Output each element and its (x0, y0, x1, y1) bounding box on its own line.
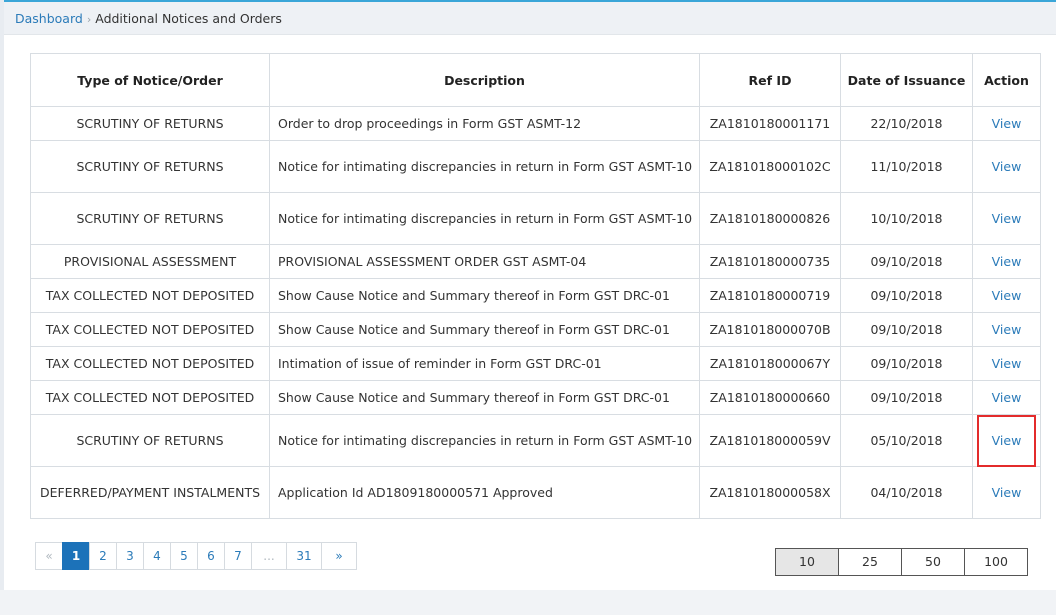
cell-action: View (972, 140, 1041, 193)
cell-description: Order to drop proceedings in Form GST AS… (269, 106, 700, 141)
cell-action: View (972, 466, 1041, 519)
cell-date: 09/10/2018 (840, 278, 973, 313)
cell-type: TAX COLLECTED NOT DEPOSITED (30, 346, 270, 381)
table-header-row: Type of Notice/Order Description Ref ID … (30, 53, 1041, 107)
table-row: TAX COLLECTED NOT DEPOSITED Show Cause N… (30, 278, 1041, 313)
page-size-option[interactable]: 100 (964, 548, 1028, 576)
cell-type: TAX COLLECTED NOT DEPOSITED (30, 380, 270, 415)
cell-date: 09/10/2018 (840, 346, 973, 381)
cell-action: View (972, 192, 1041, 245)
notices-table: Type of Notice/Order Description Ref ID … (30, 53, 1041, 519)
table-row: TAX COLLECTED NOT DEPOSITED Show Cause N… (30, 312, 1041, 347)
cell-action: View (972, 106, 1041, 141)
page-size-option[interactable]: 50 (901, 548, 965, 576)
cell-action: View (972, 346, 1041, 381)
cell-type: SCRUTINY OF RETURNS (30, 140, 270, 193)
cell-ref-id: ZA1810180001171 (699, 106, 841, 141)
breadcrumb-dashboard-link[interactable]: Dashboard (15, 11, 83, 26)
pagination: « 1 2 3 4 5 6 7 ... 31 » (35, 542, 357, 570)
table-row: SCRUTINY OF RETURNS Notice for intimatin… (30, 414, 1041, 467)
cell-type: TAX COLLECTED NOT DEPOSITED (30, 278, 270, 313)
page-link-5[interactable]: 5 (170, 542, 198, 570)
cell-action: View (972, 414, 1041, 467)
pagination-prev-icon[interactable]: « (35, 542, 63, 570)
cell-description: Show Cause Notice and Summary thereof in… (269, 278, 700, 313)
cell-type: SCRUTINY OF RETURNS (30, 414, 270, 467)
table-row: TAX COLLECTED NOT DEPOSITED Intimation o… (30, 346, 1041, 381)
view-link[interactable]: View (992, 159, 1022, 174)
cell-type: SCRUTINY OF RETURNS (30, 106, 270, 141)
cell-date: 22/10/2018 (840, 106, 973, 141)
cell-date: 09/10/2018 (840, 244, 973, 279)
cell-type: PROVISIONAL ASSESSMENT (30, 244, 270, 279)
cell-date: 04/10/2018 (840, 466, 973, 519)
column-header-description: Description (269, 53, 700, 107)
view-link[interactable]: View (992, 288, 1022, 303)
table-row: TAX COLLECTED NOT DEPOSITED Show Cause N… (30, 380, 1041, 415)
cell-ref-id: ZA181018000059V (699, 414, 841, 467)
cell-description: Notice for intimating discrepancies in r… (269, 140, 700, 193)
table-row: SCRUTINY OF RETURNS Notice for intimatin… (30, 192, 1041, 245)
cell-ref-id: ZA181018000070B (699, 312, 841, 347)
cell-description: Show Cause Notice and Summary thereof in… (269, 312, 700, 347)
pagination-ellipsis: ... (251, 542, 287, 570)
page-link-1[interactable]: 1 (62, 542, 90, 570)
table-row: SCRUTINY OF RETURNS Order to drop procee… (30, 106, 1041, 141)
pagination-next-icon[interactable]: » (321, 542, 357, 570)
cell-ref-id: ZA1810180000719 (699, 278, 841, 313)
cell-type: SCRUTINY OF RETURNS (30, 192, 270, 245)
view-link[interactable]: View (992, 254, 1022, 269)
page-link-2[interactable]: 2 (89, 542, 117, 570)
table-row: PROVISIONAL ASSESSMENT PROVISIONAL ASSES… (30, 244, 1041, 279)
cell-action: View (972, 278, 1041, 313)
column-header-ref-id: Ref ID (699, 53, 841, 107)
cell-description: Notice for intimating discrepancies in r… (269, 414, 700, 467)
cell-date: 09/10/2018 (840, 380, 973, 415)
column-header-type: Type of Notice/Order (30, 53, 270, 107)
cell-description: PROVISIONAL ASSESSMENT ORDER GST ASMT-04 (269, 244, 700, 279)
cell-ref-id: ZA1810180000660 (699, 380, 841, 415)
cell-ref-id: ZA181018000102C (699, 140, 841, 193)
page-link-3[interactable]: 3 (116, 542, 144, 570)
cell-type: DEFERRED/PAYMENT INSTALMENTS (30, 466, 270, 519)
cell-action: View (972, 380, 1041, 415)
cell-ref-id: ZA1810180000735 (699, 244, 841, 279)
cell-type: TAX COLLECTED NOT DEPOSITED (30, 312, 270, 347)
view-link[interactable]: View (992, 211, 1022, 226)
view-link[interactable]: View (992, 356, 1022, 371)
page-link-6[interactable]: 6 (197, 542, 225, 570)
view-link[interactable]: View (992, 485, 1022, 500)
view-link[interactable]: View (992, 322, 1022, 337)
view-link[interactable]: View (992, 390, 1022, 405)
page-size-option[interactable]: 25 (838, 548, 902, 576)
cell-description: Application Id AD1809180000571 Approved (269, 466, 700, 519)
column-header-action: Action (972, 53, 1041, 107)
column-header-date: Date of Issuance (840, 53, 973, 107)
page-link-last[interactable]: 31 (286, 542, 322, 570)
table-row: SCRUTINY OF RETURNS Notice for intimatin… (30, 140, 1041, 193)
view-link[interactable]: View (992, 433, 1022, 448)
breadcrumb-separator-icon: › (86, 13, 92, 26)
page-link-7[interactable]: 7 (224, 542, 252, 570)
page-size-selector: 10 25 50 100 (775, 548, 1028, 576)
page-link-4[interactable]: 4 (143, 542, 171, 570)
page-size-option[interactable]: 10 (775, 548, 839, 576)
view-link[interactable]: View (992, 116, 1022, 131)
breadcrumb-current: Additional Notices and Orders (95, 11, 282, 26)
cell-date: 10/10/2018 (840, 192, 973, 245)
cell-action: View (972, 312, 1041, 347)
cell-ref-id: ZA181018000067Y (699, 346, 841, 381)
cell-ref-id: ZA181018000058X (699, 466, 841, 519)
breadcrumb: Dashboard › Additional Notices and Orders (4, 2, 1056, 35)
cell-date: 11/10/2018 (840, 140, 973, 193)
cell-date: 09/10/2018 (840, 312, 973, 347)
cell-action: View (972, 244, 1041, 279)
cell-description: Intimation of issue of reminder in Form … (269, 346, 700, 381)
cell-description: Notice for intimating discrepancies in r… (269, 192, 700, 245)
cell-description: Show Cause Notice and Summary thereof in… (269, 380, 700, 415)
cell-ref-id: ZA1810180000826 (699, 192, 841, 245)
cell-date: 05/10/2018 (840, 414, 973, 467)
table-row: DEFERRED/PAYMENT INSTALMENTS Application… (30, 466, 1041, 519)
